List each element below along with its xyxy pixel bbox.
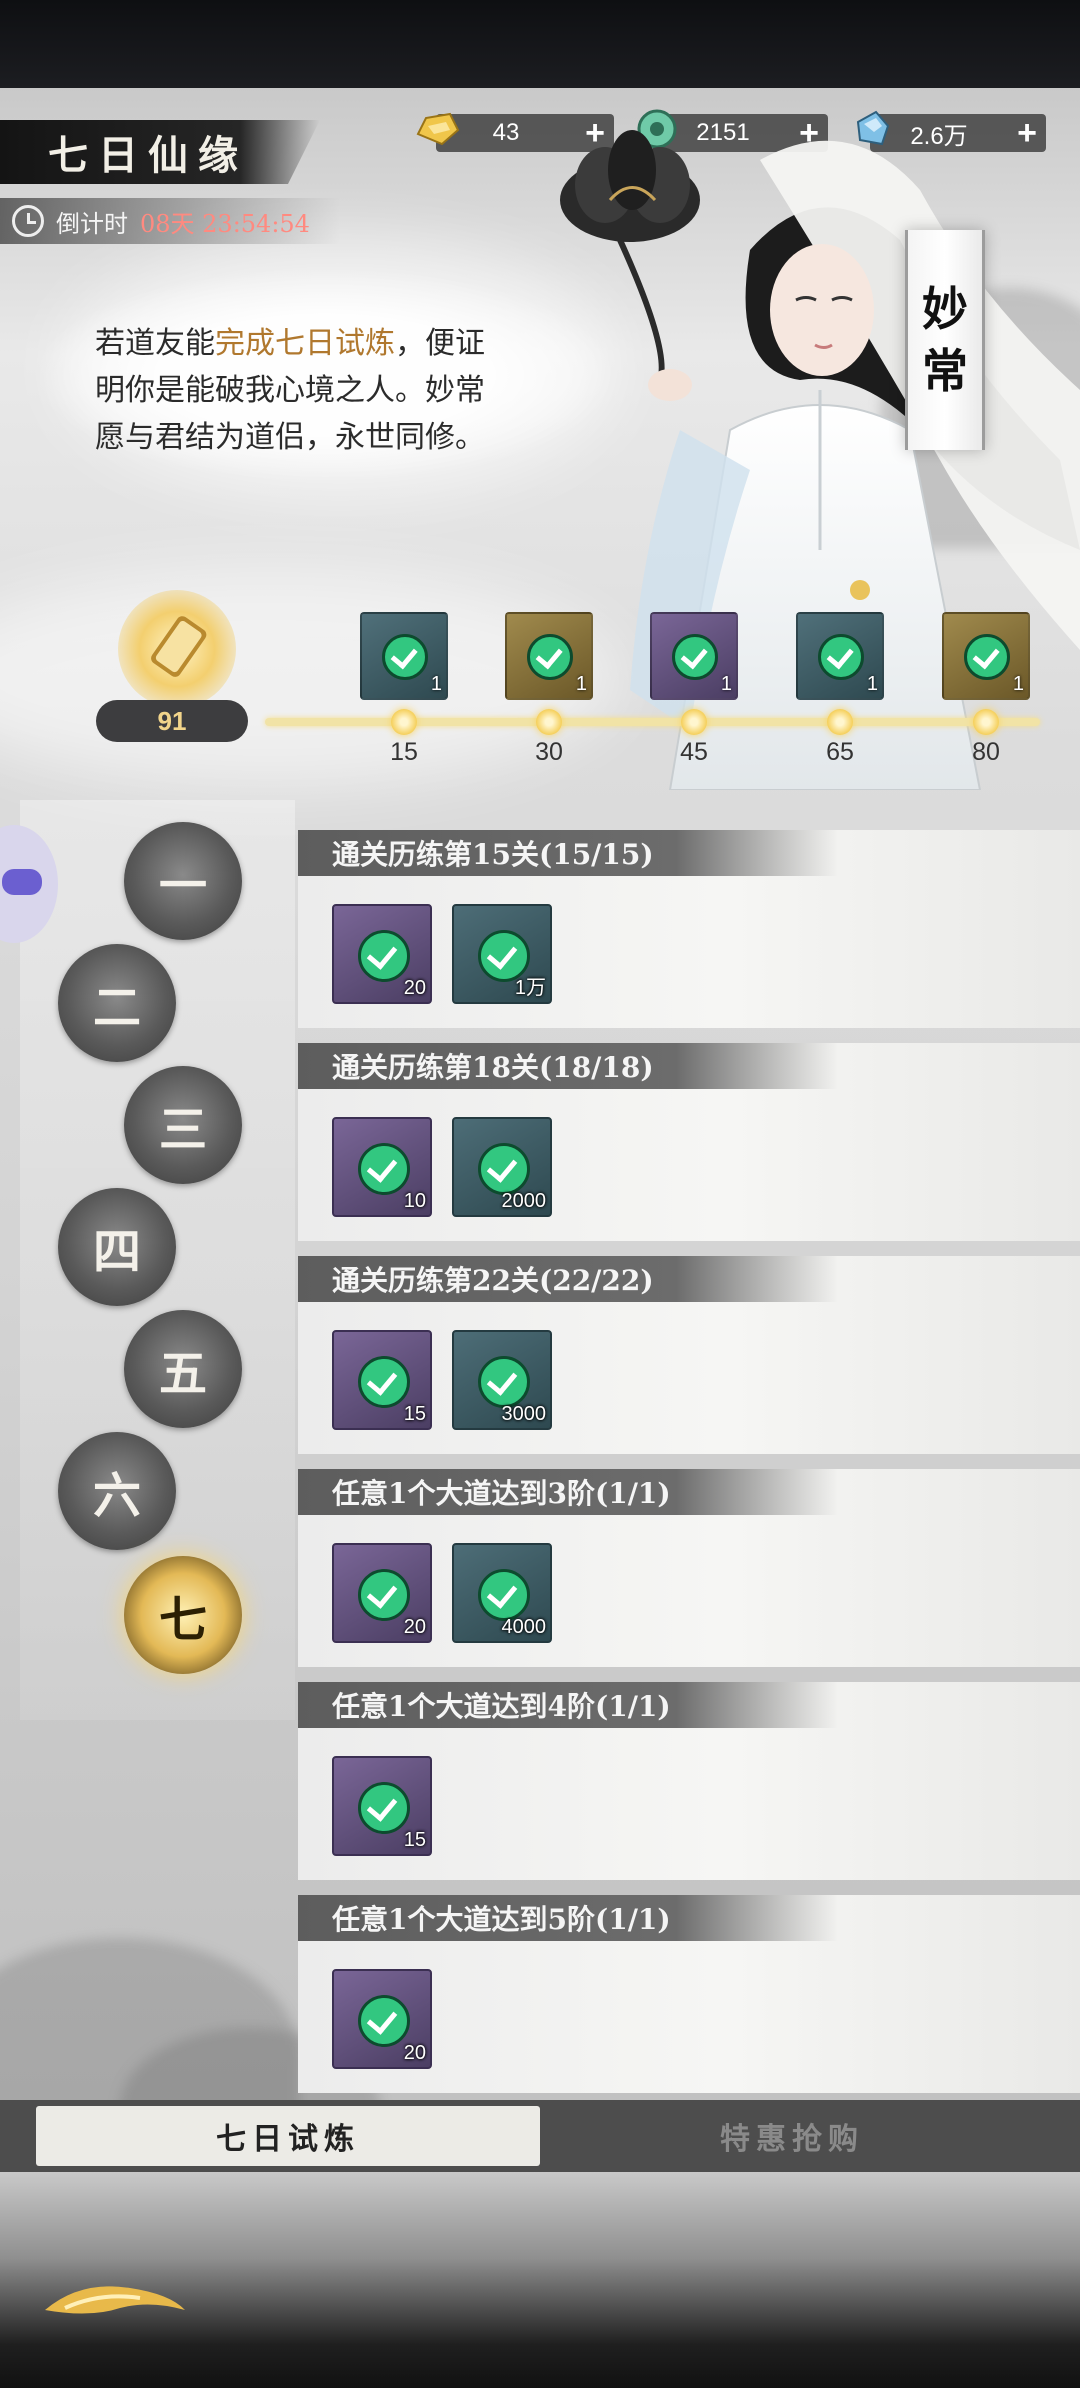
reward-item[interactable]: 20 (332, 1543, 432, 1643)
task-title: 任意1个大道达到3阶(1/1) (298, 1469, 838, 1515)
task-card: 通关历练第18关(18/18) 10 2000 (298, 1043, 1080, 1241)
reward-item[interactable]: 20 (332, 904, 432, 1004)
milestone-value: 80 (972, 738, 1000, 766)
milestone-reward-box[interactable]: 1 (505, 612, 593, 700)
reward-item[interactable]: 4000 (452, 1543, 552, 1643)
check-icon (672, 634, 718, 680)
reward-item[interactable]: 2000 (452, 1117, 552, 1217)
milestone-reward-box[interactable]: 1 (650, 612, 738, 700)
day-tab-5[interactable]: 五 (124, 1310, 242, 1428)
bottom-tab-bar: 七日试炼 特惠抢购 (0, 2100, 1080, 2172)
day-tab-7[interactable]: 七 (124, 1556, 242, 1674)
status-bar (0, 0, 1080, 88)
task-title: 任意1个大道达到4阶(1/1) (298, 1682, 838, 1728)
milestone-value: 45 (680, 738, 708, 766)
progress-track (265, 718, 1040, 726)
milestone-dot (681, 709, 707, 735)
task-card: 任意1个大道达到5阶(1/1) 20 (298, 1895, 1080, 2093)
task-card: 通关历练第15关(15/15) 20 1万 (298, 830, 1080, 1028)
dialog-line-1: 若道友能完成七日试炼，便证 (95, 326, 485, 361)
reward-item[interactable]: 20 (332, 1969, 432, 2069)
character-name-2: 常 (922, 344, 968, 398)
reward-item[interactable]: 10 (332, 1117, 432, 1217)
check-icon (358, 1356, 410, 1408)
scroll-points-icon (118, 590, 236, 708)
check-icon (478, 1569, 530, 1621)
countdown-value: 08天 23:54:54 (140, 209, 310, 238)
check-icon (358, 1143, 410, 1195)
character-name-1: 妙 (922, 282, 968, 336)
dialog-line-2: 明你是能破我心境之人。妙常 (95, 373, 485, 408)
check-icon (818, 634, 864, 680)
check-icon (478, 1356, 530, 1408)
dialog-highlight: 完成七日试炼 (215, 326, 395, 361)
points-counter: 91 (96, 700, 248, 742)
check-icon (358, 1782, 410, 1834)
milestone-reward-box[interactable]: 1 (360, 612, 448, 700)
task-card: 通关历练第22关(22/22) 15 3000 (298, 1256, 1080, 1454)
countdown-label: 倒计时 (56, 209, 128, 238)
reward-item[interactable]: 1万 (452, 904, 552, 1004)
milestone-value: 30 (535, 738, 563, 766)
milestone-reward-box[interactable]: 1 (796, 612, 884, 700)
milestone-dot (973, 709, 999, 735)
milestone-dot (827, 709, 853, 735)
check-icon (964, 634, 1010, 680)
day-tab-4[interactable]: 四 (58, 1188, 176, 1306)
page-title: 七日仙缘 (48, 132, 248, 179)
task-card: 任意1个大道达到3阶(1/1) 20 4000 (298, 1469, 1080, 1667)
day-tab-6[interactable]: 六 (58, 1432, 176, 1550)
check-icon (358, 1569, 410, 1621)
gold-ingot-icon (416, 112, 460, 146)
tab-special-offer[interactable]: 特惠抢购 (540, 2106, 1044, 2166)
event-title-banner: 七日仙缘 (0, 120, 320, 184)
milestone-value: 15 (390, 738, 418, 766)
tab-seven-day-trial[interactable]: 七日试炼 (36, 2106, 540, 2166)
task-card: 任意1个大道达到4阶(1/1) 15 (298, 1682, 1080, 1880)
task-title: 通关历练第15关(15/15) (298, 830, 838, 876)
character-dialog: 若道友能完成七日试炼，便证 明你是能破我心境之人。妙常 愿与君结为道侣，永世同修… (40, 270, 610, 480)
reward-item[interactable]: 15 (332, 1756, 432, 1856)
day-tab-2[interactable]: 二 (58, 944, 176, 1062)
check-icon (382, 634, 428, 680)
day-tab-3[interactable]: 三 (124, 1066, 242, 1184)
milestone-reward-box[interactable]: 1 (942, 612, 1030, 700)
task-title: 通关历练第18关(18/18) (298, 1043, 838, 1089)
countdown-bar: 倒计时 08天 23:54:54 (0, 198, 340, 244)
day-tab-1[interactable]: 一 (124, 822, 242, 940)
reward-item[interactable]: 15 (332, 1330, 432, 1430)
gold-flame-icon (45, 2286, 185, 2314)
character-name-plate: 妙 常 (905, 230, 985, 450)
check-icon (358, 930, 410, 982)
check-icon (478, 1143, 530, 1195)
milestone-value: 65 (826, 738, 854, 766)
task-title: 任意1个大道达到5阶(1/1) (298, 1895, 838, 1941)
check-icon (358, 1995, 410, 2047)
dialog-line-3: 愿与君结为道侣，永世同修。 (95, 420, 485, 455)
task-title: 通关历练第22关(22/22) (298, 1256, 838, 1302)
milestone-dot (536, 709, 562, 735)
milestone-dot (391, 709, 417, 735)
check-icon (527, 634, 573, 680)
clock-icon (12, 205, 44, 237)
reward-item[interactable]: 3000 (452, 1330, 552, 1430)
